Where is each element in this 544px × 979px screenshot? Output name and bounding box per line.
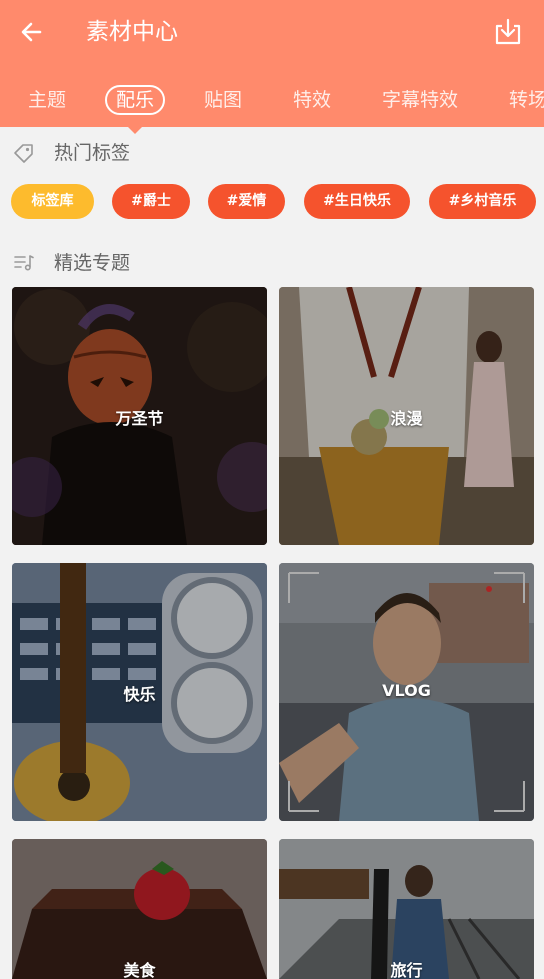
card-title: 美食 — [123, 961, 156, 979]
topic-card-happy[interactable]: 快乐 — [12, 563, 267, 821]
topic-card-vlog[interactable]: VLOG — [279, 563, 534, 821]
featured-label: 精选专题 — [54, 252, 131, 274]
download-button[interactable] — [490, 14, 526, 50]
tag-library-chip[interactable]: 标签库 — [11, 184, 94, 219]
topic-card-food[interactable]: 美食 — [12, 839, 267, 979]
page-title: 素材中心 — [86, 19, 178, 45]
back-button[interactable] — [14, 14, 50, 50]
app-header: 素材中心 主题 配乐 贴图 特效 字幕特效 转场 — [0, 0, 544, 127]
hot-tags-label: 热门标签 — [54, 142, 131, 164]
topic-card-travel[interactable]: 旅行 — [279, 839, 534, 979]
tab-theme[interactable]: 主题 — [28, 80, 66, 120]
card-title: 快乐 — [123, 685, 156, 704]
tag-chip-jazz[interactable]: #爵士 — [112, 184, 190, 219]
hot-tag-chips: 标签库 #爵士 #爱情 #生日快乐 #乡村音乐 — [0, 184, 544, 220]
active-tab-indicator — [128, 127, 142, 134]
tab-transitions[interactable]: 转场 — [509, 80, 544, 120]
download-icon — [495, 18, 521, 45]
tab-music[interactable]: 配乐 — [105, 85, 166, 115]
tag-chip-birthday[interactable]: #生日快乐 — [304, 184, 410, 219]
tab-stickers[interactable]: 贴图 — [204, 80, 242, 120]
tag-chip-country[interactable]: #乡村音乐 — [429, 184, 536, 219]
card-title: VLOG — [382, 681, 431, 700]
tab-effects[interactable]: 特效 — [293, 80, 331, 120]
card-title: 万圣节 — [115, 409, 164, 428]
tag-icon — [14, 144, 33, 163]
card-title: 浪漫 — [390, 409, 423, 428]
card-title: 旅行 — [390, 961, 423, 979]
topic-card-romance[interactable]: 浪漫 — [279, 287, 534, 545]
arrow-left-icon — [21, 22, 42, 42]
tag-chip-love[interactable]: #爱情 — [208, 184, 285, 219]
tab-subtitle-effects[interactable]: 字幕特效 — [382, 80, 458, 120]
music-list-icon — [14, 255, 34, 271]
category-tabs: 主题 配乐 贴图 特效 字幕特效 转场 — [0, 80, 544, 120]
topic-card-halloween[interactable]: 万圣节 — [12, 287, 267, 545]
